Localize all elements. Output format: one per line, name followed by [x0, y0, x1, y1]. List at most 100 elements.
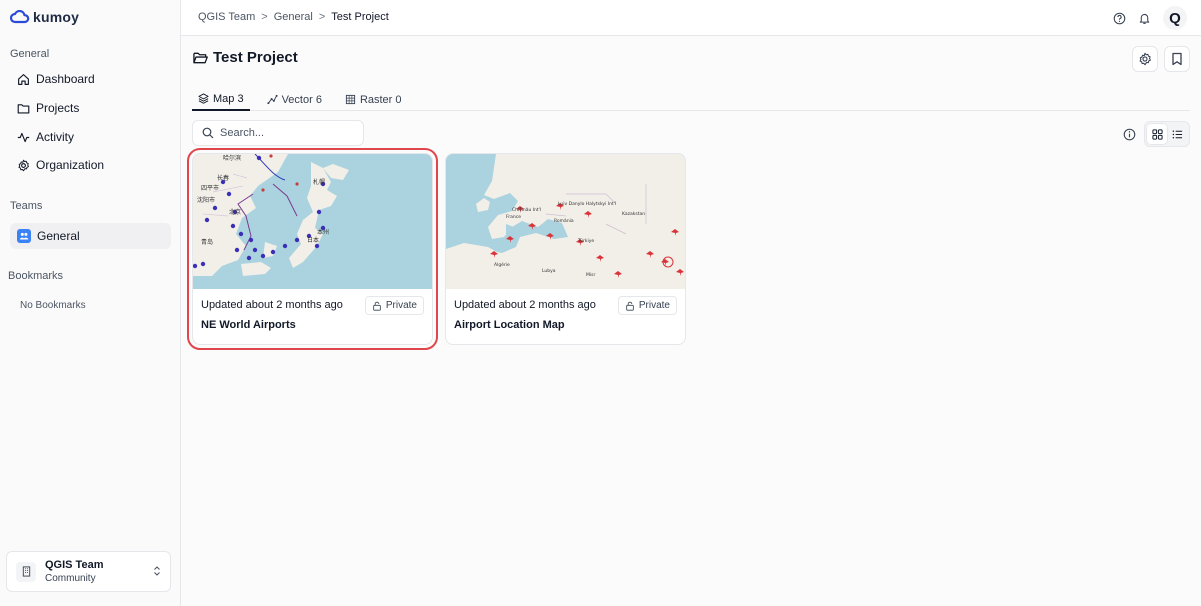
map-card-ne-world-airports[interactable]: 哈尔滨 长春 四平市 沈阳市 北京 青岛 札幌 日本 本州 Updated ab…	[187, 148, 438, 350]
card-updated-text: Updated about 2 months ago	[201, 299, 343, 311]
sidebar-item-label: General	[37, 229, 80, 243]
gear-icon	[1139, 52, 1151, 66]
header-actions: Q	[1113, 6, 1187, 30]
map-label: 青岛	[201, 238, 213, 246]
team-switcher-plan: Community	[45, 573, 96, 584]
sidebar-item-team-general[interactable]: General	[10, 223, 171, 249]
no-bookmarks-text: No Bookmarks	[20, 300, 86, 311]
team-icon	[17, 229, 31, 243]
bell-icon[interactable]	[1138, 12, 1151, 25]
home-icon	[18, 73, 29, 85]
main-content: Test Project Map 3 Vector 6 Raster 0 Sea…	[181, 36, 1201, 606]
search-icon	[202, 127, 214, 139]
title-actions	[1132, 46, 1190, 72]
sidebar-item-label: Organization	[36, 158, 105, 172]
map-label: Luiv Danylo Halytskyi Int'l	[558, 201, 616, 207]
map-label: Algérie	[494, 261, 510, 268]
map-label: 日本	[307, 236, 319, 244]
card-title: NE World Airports	[201, 319, 296, 331]
breadcrumb: QGIS Team > General > Test Project	[198, 11, 389, 23]
breadcrumb-item-team[interactable]: QGIS Team	[198, 11, 255, 23]
tab-label: Raster 0	[359, 93, 402, 106]
grid-view-button[interactable]	[1147, 124, 1167, 144]
team-switcher[interactable]: QGIS Team Community	[6, 551, 171, 592]
sidebar-item-organization[interactable]: Organization	[10, 152, 171, 178]
lock-icon	[373, 301, 381, 311]
card-updated-text: Updated about 2 months ago	[454, 299, 596, 311]
vector-icon	[266, 94, 278, 105]
map-label: 札幌	[313, 178, 325, 186]
grid-icon	[1151, 128, 1163, 140]
map-label: 沈阳市	[197, 196, 215, 204]
folder-open-icon	[193, 52, 208, 63]
map-label: France	[506, 214, 521, 220]
breadcrumb-separator: >	[261, 11, 268, 23]
activity-icon	[17, 132, 30, 142]
sidebar-item-projects[interactable]: Projects	[10, 95, 171, 121]
map-label: România	[554, 217, 574, 224]
privacy-badge: Private	[364, 296, 424, 315]
map-label: 四平市	[201, 184, 219, 192]
breadcrumb-separator: >	[318, 11, 326, 23]
teams-section-label: Teams	[10, 200, 43, 212]
map-label: Kazakstan	[622, 211, 645, 217]
tab-vector[interactable]: Vector 6	[261, 88, 328, 111]
layers-icon	[198, 93, 209, 104]
breadcrumb-current: Test Project	[331, 11, 389, 23]
brand-logo[interactable]: kumoy	[10, 8, 79, 26]
tab-label: Vector 6	[281, 93, 322, 106]
avatar-letter: Q	[1169, 9, 1181, 27]
topbar: QGIS Team > General > Test Project Q	[181, 0, 1201, 36]
raster-icon	[345, 94, 356, 105]
list-view-button[interactable]	[1167, 124, 1187, 144]
map-label: Lubya	[542, 268, 556, 274]
help-circle-icon[interactable]	[1113, 12, 1126, 25]
avatar[interactable]: Q	[1163, 6, 1187, 30]
folder-icon	[17, 103, 30, 114]
sidebar-item-dashboard[interactable]: Dashboard	[10, 66, 171, 92]
privacy-badge: Private	[617, 296, 677, 315]
brand-name: kumoy	[33, 9, 80, 25]
chevrons-up-down-icon	[154, 566, 160, 576]
content-tabs: Map 3 Vector 6 Raster 0	[192, 88, 1190, 111]
page-title: Test Project	[193, 49, 298, 66]
privacy-label: Private	[638, 300, 670, 311]
breadcrumb-item-general[interactable]: General	[274, 11, 313, 23]
building-icon	[16, 561, 36, 582]
map-thumbnail: 哈尔滨 长春 四平市 沈阳市 北京 青岛 札幌 日本 本州	[193, 154, 432, 289]
map-card-airport-location-map[interactable]: Luiv Danylo Halytskyi Int'l Chišinău Int…	[445, 153, 686, 345]
map-label: Misr	[586, 272, 595, 278]
map-label: 长春	[217, 174, 229, 182]
map-label: 北京	[229, 208, 241, 216]
sidebar: kumoy General Dashboard Projects Activit…	[0, 0, 181, 606]
bookmarks-section-label: Bookmarks	[8, 270, 64, 282]
sidebar-item-label: Projects	[36, 101, 80, 115]
team-switcher-name: QGIS Team	[45, 559, 104, 571]
project-settings-button[interactable]	[1132, 46, 1158, 72]
info-icon[interactable]	[1123, 128, 1136, 141]
gear-icon	[18, 159, 29, 171]
tab-raster[interactable]: Raster 0	[339, 88, 408, 111]
cloud-logo-icon	[10, 10, 30, 24]
bookmark-button[interactable]	[1164, 46, 1190, 72]
search-input[interactable]	[220, 127, 360, 139]
sidebar-item-label: Activity	[36, 130, 75, 144]
view-tools	[1123, 121, 1190, 147]
search-box[interactable]	[192, 120, 364, 146]
map-label: 本州	[317, 228, 329, 236]
tab-map[interactable]: Map 3	[192, 88, 250, 111]
map-label: 哈尔滨	[223, 154, 241, 162]
tab-label: Map 3	[213, 92, 244, 105]
map-label: Türkiye	[577, 238, 594, 244]
list-icon	[1172, 130, 1182, 138]
card-title: Airport Location Map	[454, 319, 565, 331]
map-thumbnail: Luiv Danylo Halytskyi Int'l Chišinău Int…	[446, 154, 685, 289]
lock-icon	[626, 301, 634, 311]
sidebar-item-activity[interactable]: Activity	[10, 124, 171, 150]
bookmark-icon	[1172, 52, 1182, 66]
sidebar-item-label: Dashboard	[36, 72, 95, 86]
map-label: Chišinău Int'l	[512, 206, 541, 213]
general-section-label: General	[10, 48, 50, 60]
page-title-text: Test Project	[213, 49, 298, 66]
view-mode-toggle	[1144, 121, 1190, 147]
